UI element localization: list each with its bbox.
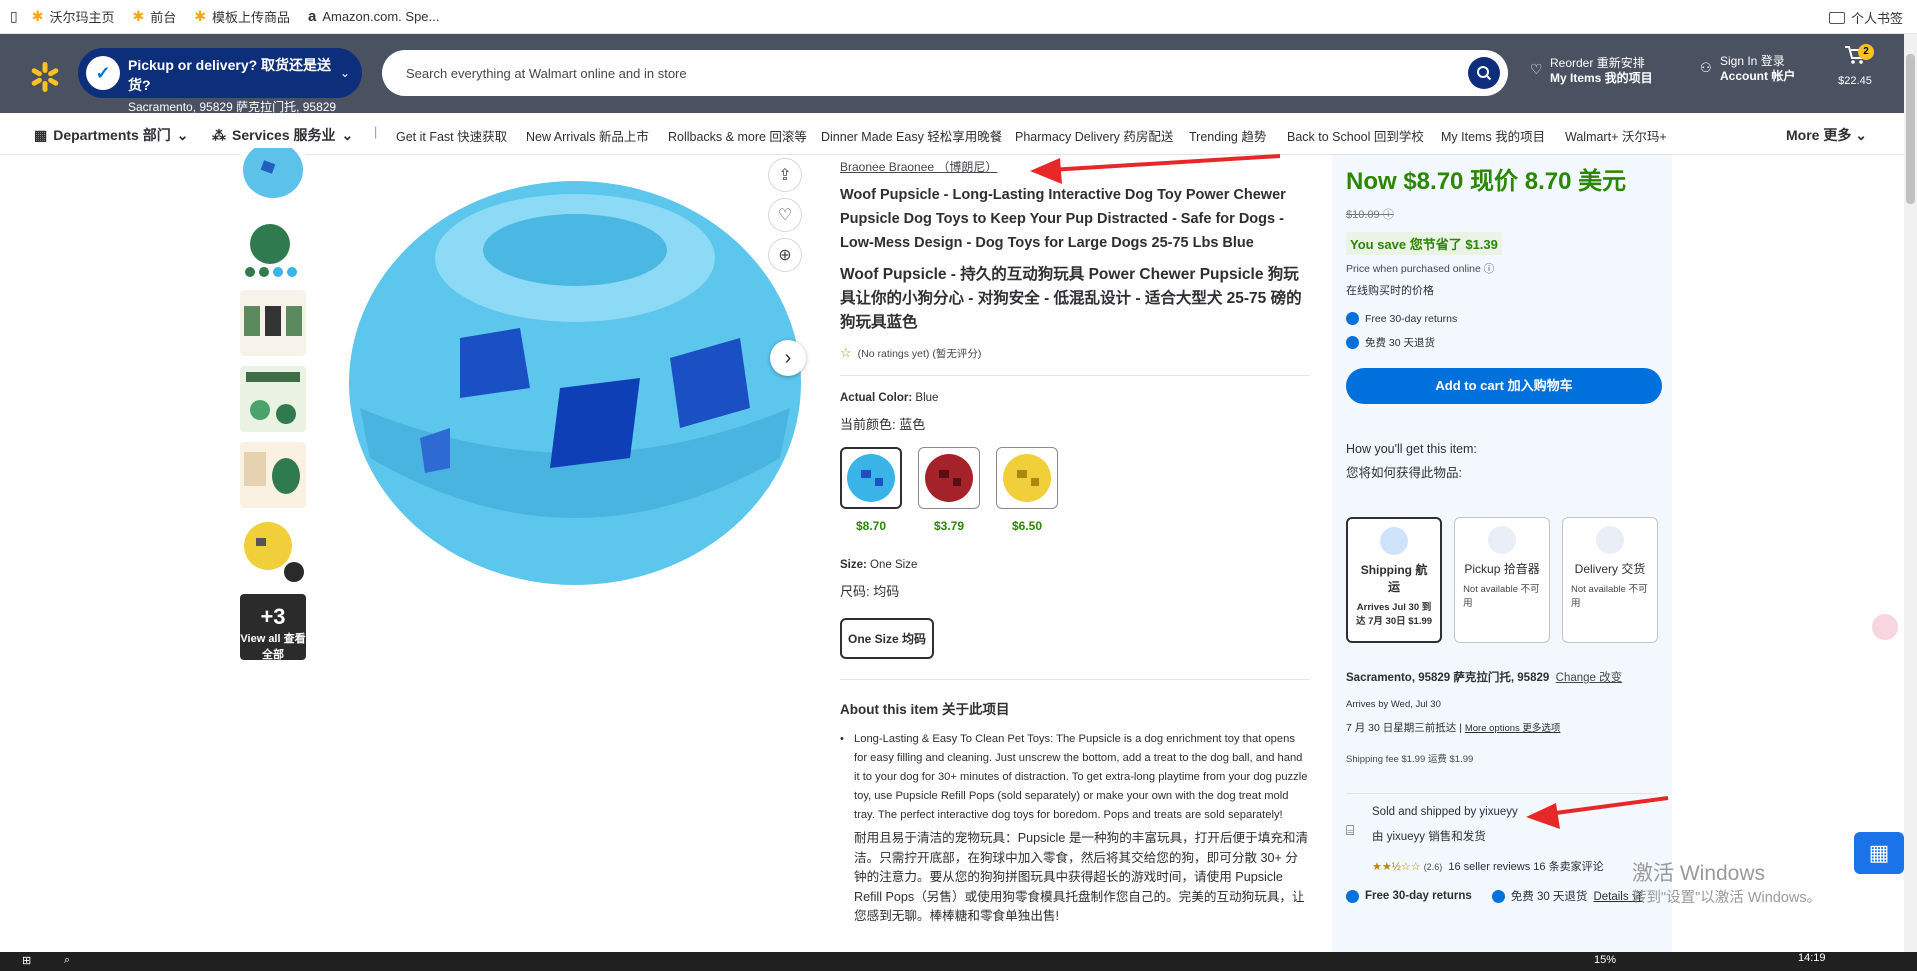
taskbar-search-icon[interactable]: ⌕ (64, 954, 70, 967)
annotation-arrows (1030, 154, 1669, 829)
taskbar-percent: 15% (1594, 954, 1617, 966)
grid-icon: ▦ (1868, 840, 1890, 865)
windows-activation-watermark: 激活 Windows 转到"设置"以激活 Windows。 (1632, 862, 1822, 906)
windows-start-icon[interactable]: ⊞ (22, 954, 31, 967)
taskbar-clock[interactable]: 14:19 (1798, 952, 1826, 964)
translate-widget[interactable] (1872, 614, 1898, 640)
floating-app-button[interactable]: ▦ (1854, 832, 1904, 874)
red-arrow-brand (1030, 154, 1281, 184)
taskbar: ⊞ ⌕ 15% 14:19 (0, 952, 1917, 971)
red-arrow-seller (1526, 796, 1669, 829)
